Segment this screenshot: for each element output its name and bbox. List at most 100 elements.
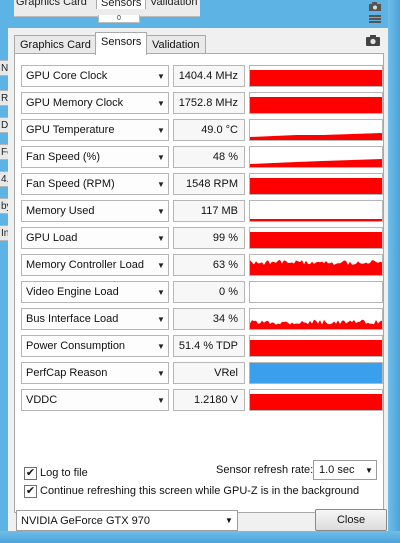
sensor-graph-area	[250, 340, 382, 356]
dropdown-arrow-icon: ▼	[225, 516, 233, 525]
dropdown-arrow-icon: ▼	[365, 465, 373, 475]
sensor-name-select[interactable]: Memory Used ▼	[21, 200, 169, 222]
tab-sensors[interactable]: Sensors	[95, 32, 147, 55]
sensor-name: GPU Core Clock	[26, 70, 108, 82]
sensor-row: VDDC ▼ 1.2180 V	[21, 389, 383, 413]
continue-refresh-checkbox[interactable]: ✔	[24, 485, 37, 498]
sensor-graph-plot	[250, 178, 382, 194]
log-to-file-checkbox[interactable]: ✔	[24, 467, 37, 480]
sensor-row: GPU Temperature ▼ 49.0 °C	[21, 119, 383, 143]
dropdown-arrow-icon: ▼	[157, 206, 165, 216]
sensor-value: 0 %	[173, 281, 245, 303]
sensor-value: 34 %	[173, 308, 245, 330]
sensor-graph-area	[250, 319, 382, 329]
dropdown-arrow-icon: ▼	[157, 125, 165, 135]
background-tab-validation: Validation	[150, 0, 198, 8]
sensor-name: Bus Interface Load	[26, 313, 119, 325]
refresh-rate-label: Sensor refresh rate:	[216, 464, 314, 476]
sensor-graph-plot	[250, 219, 382, 221]
sensor-graph	[249, 389, 383, 411]
dropdown-arrow-icon: ▼	[157, 179, 165, 189]
sensor-row: GPU Memory Clock ▼ 1752.8 MHz	[21, 92, 383, 116]
continue-refresh-label: Continue refreshing this screen while GP…	[40, 485, 360, 497]
sensor-row: Fan Speed (%) ▼ 48 %	[21, 146, 383, 170]
gpu-select-value: NVIDIA GeForce GTX 970	[21, 514, 150, 527]
sensor-row: Fan Speed (RPM) ▼ 1548 RPM	[21, 173, 383, 197]
sensor-row: Memory Controller Load ▼ 63 %	[21, 254, 383, 278]
dropdown-arrow-icon: ▼	[157, 368, 165, 378]
sensor-graph-plot	[250, 259, 382, 275]
sensor-name: Memory Used	[26, 205, 95, 217]
sensor-graph	[249, 65, 383, 87]
gpu-select[interactable]: NVIDIA GeForce GTX 970 ▼	[16, 510, 238, 531]
sensor-name: Memory Controller Load	[26, 259, 144, 271]
tab-graphics-card[interactable]: Graphics Card	[14, 35, 96, 54]
sensor-graph-plot	[250, 282, 382, 302]
sensor-name-select[interactable]: Fan Speed (%) ▼	[21, 146, 169, 168]
sensor-graph-area	[250, 259, 382, 275]
sensor-name: GPU Temperature	[26, 124, 115, 136]
sensor-graph	[249, 281, 383, 303]
sensor-name-select[interactable]: Memory Controller Load ▼	[21, 254, 169, 276]
tab-validation[interactable]: Validation	[146, 35, 206, 54]
sensor-name-select[interactable]: GPU Temperature ▼	[21, 119, 169, 141]
sensor-graph-plot	[250, 97, 382, 113]
refresh-rate-select[interactable]: 1.0 sec ▼	[313, 460, 377, 480]
sensor-value: 117 MB	[173, 200, 245, 222]
sensor-name: GPU Load	[26, 232, 78, 244]
sensor-name: Fan Speed (RPM)	[26, 178, 115, 190]
background-tab-sensors: Sensors	[96, 0, 147, 9]
sensor-graph	[249, 254, 383, 276]
sensor-value: 1548 RPM	[173, 173, 245, 195]
window-frame-right-edge	[388, 0, 400, 543]
sensor-graph-plot	[250, 133, 382, 140]
sensor-row: Bus Interface Load ▼ 34 %	[21, 308, 383, 332]
window-frame-bottom-edge	[0, 531, 400, 543]
sensor-name: Power Consumption	[26, 340, 126, 352]
screenshot-camera-button[interactable]	[362, 31, 384, 49]
sensor-name-select[interactable]: GPU Load ▼	[21, 227, 169, 249]
dropdown-arrow-icon: ▼	[157, 233, 165, 243]
sensor-value: 99 %	[173, 227, 245, 249]
camera-icon[interactable]	[366, 0, 384, 12]
sensor-graph	[249, 119, 383, 141]
sensor-name-select[interactable]: GPU Memory Clock ▼	[21, 92, 169, 114]
sensor-name: PerfCap Reason	[26, 367, 108, 379]
close-button[interactable]: Close	[315, 509, 387, 531]
background-tab-graphics-card: Graphics Card	[16, 0, 87, 8]
sensor-row: GPU Load ▼ 99 %	[21, 227, 383, 251]
sensor-graph-plot	[250, 232, 382, 248]
sensor-value: 1752.8 MHz	[173, 92, 245, 114]
dropdown-arrow-icon: ▼	[157, 287, 165, 297]
sensor-name: Fan Speed (%)	[26, 151, 100, 163]
sensor-graph-area	[250, 394, 382, 410]
hamburger-menu-icon[interactable]	[366, 13, 384, 25]
sensor-name-select[interactable]: Power Consumption ▼	[21, 335, 169, 357]
checkmark-icon: ✔	[25, 485, 36, 497]
sensor-name-select[interactable]: PerfCap Reason ▼	[21, 362, 169, 384]
dropdown-arrow-icon: ▼	[157, 314, 165, 324]
sensor-value: 1.2180 V	[173, 389, 245, 411]
sensor-name-select[interactable]: Fan Speed (RPM) ▼	[21, 173, 169, 195]
sensor-graph-area	[250, 178, 382, 194]
sensor-graph	[249, 92, 383, 114]
sensor-value: 1404.4 MHz	[173, 65, 245, 87]
sensor-value: 51.4 % TDP	[173, 335, 245, 357]
sensor-graph-area	[250, 70, 382, 86]
sensor-name-select[interactable]: VDDC ▼	[21, 389, 169, 411]
checkmark-icon: ✔	[25, 467, 36, 479]
sensor-name: VDDC	[26, 394, 58, 406]
sensor-name-select[interactable]: Bus Interface Load ▼	[21, 308, 169, 330]
sensor-value: 63 %	[173, 254, 245, 276]
sensor-row: Video Engine Load ▼ 0 %	[21, 281, 383, 305]
sensor-graph-plot	[250, 363, 382, 383]
sensor-graph	[249, 146, 383, 168]
sensor-graph-plot	[250, 319, 382, 329]
sensor-name-select[interactable]: Video Engine Load ▼	[21, 281, 169, 303]
dropdown-arrow-icon: ▼	[157, 98, 165, 108]
dropdown-arrow-icon: ▼	[157, 71, 165, 81]
dropdown-arrow-icon: ▼	[157, 341, 165, 351]
sensor-name-select[interactable]: GPU Core Clock ▼	[21, 65, 169, 87]
sensor-graph	[249, 335, 383, 357]
refresh-rate-value: 1.0 sec	[319, 464, 355, 476]
